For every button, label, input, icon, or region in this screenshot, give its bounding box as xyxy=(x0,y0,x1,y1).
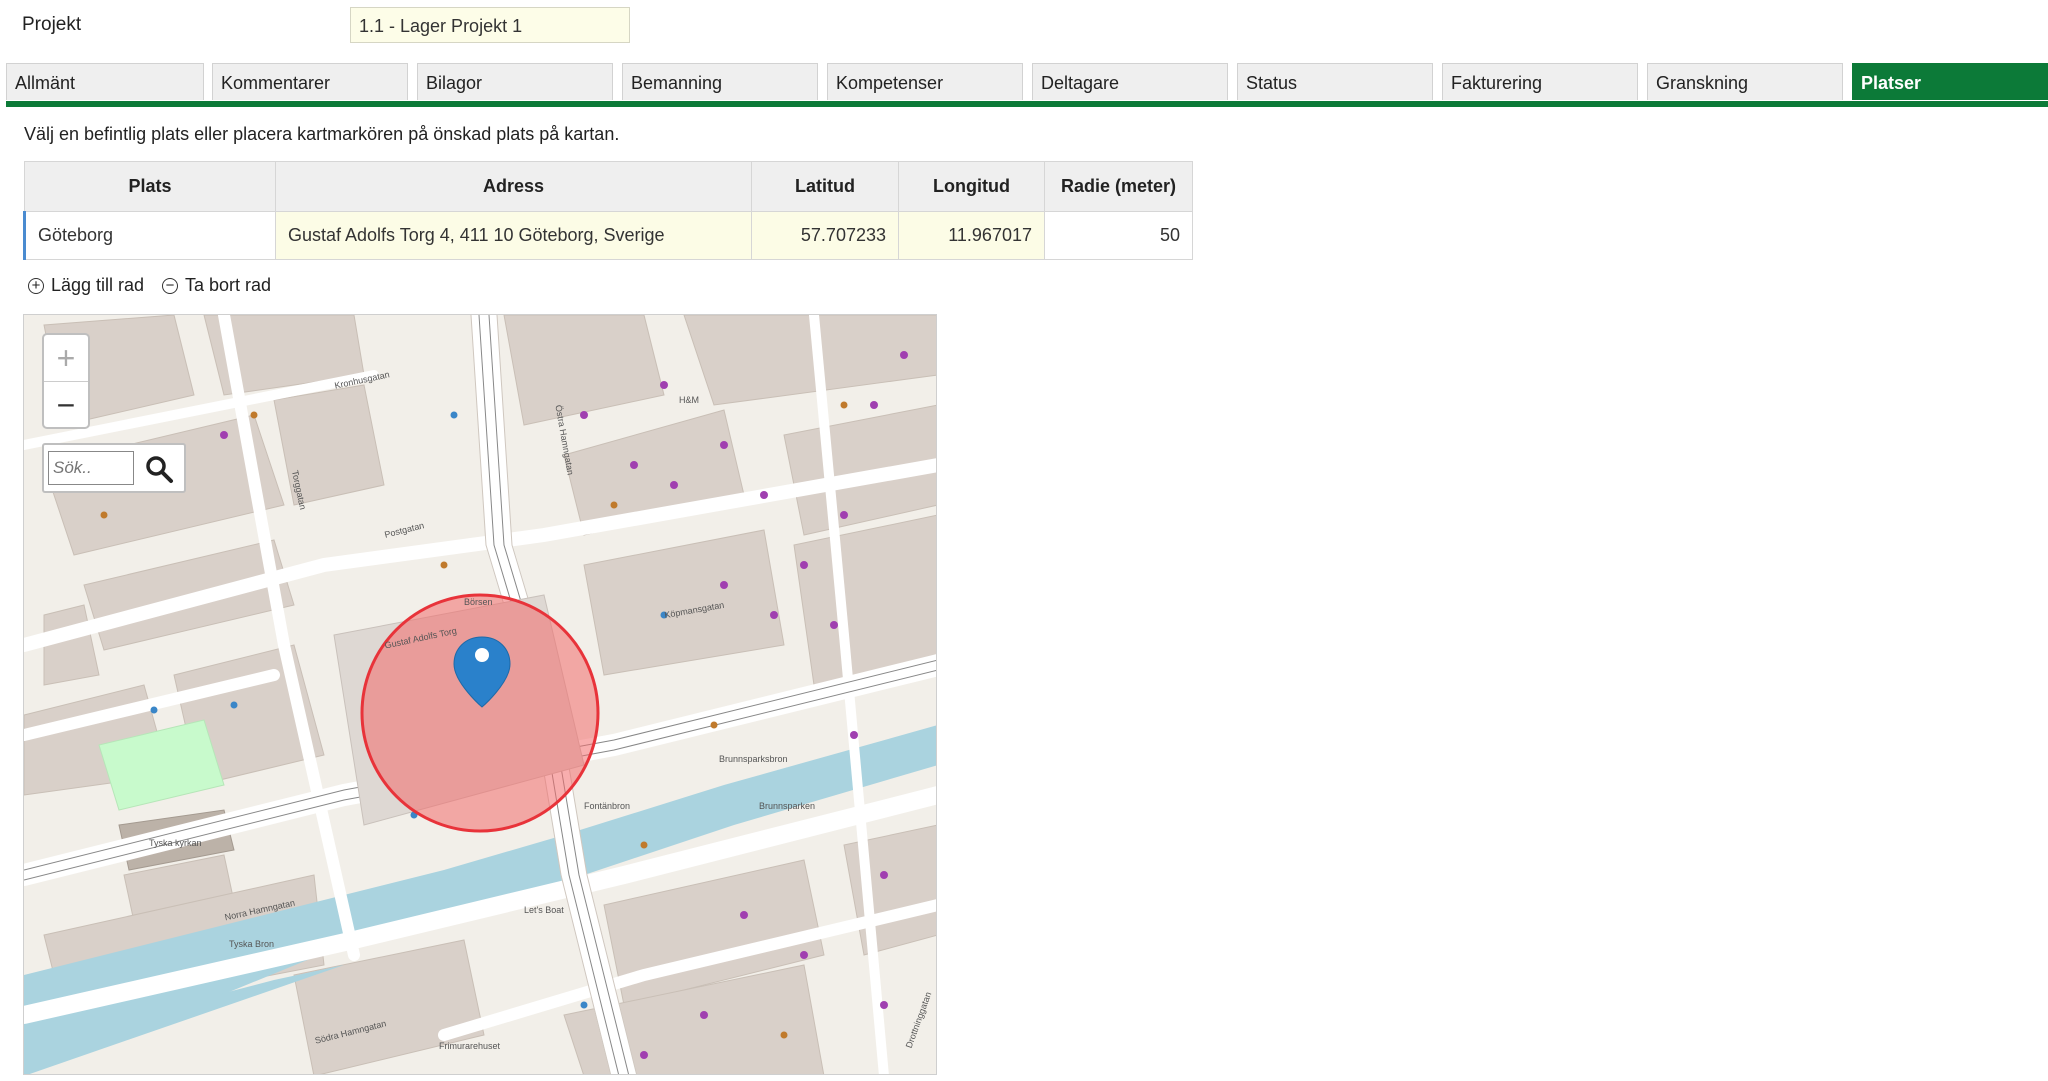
locations-table: Plats Adress Latitud Longitud Radie (met… xyxy=(23,161,1193,260)
tab-granskning[interactable]: Granskning xyxy=(1647,63,1843,100)
map-search xyxy=(42,443,186,493)
table-row[interactable]: Göteborg Gustaf Adolfs Torg 4, 411 10 Gö… xyxy=(23,211,1193,260)
remove-row-button[interactable]: − Ta bort rad xyxy=(162,275,271,296)
map-label-brunnsparken: Brunnsparken xyxy=(759,801,816,811)
minus-circle-icon: − xyxy=(162,277,178,294)
tab-deltagare[interactable]: Deltagare xyxy=(1032,63,1228,100)
zoom-out-button[interactable]: − xyxy=(44,382,88,428)
map-label-tyska-bron: Tyska Bron xyxy=(229,939,275,949)
col-header-latitud: Latitud xyxy=(751,161,899,212)
tab-fakturering[interactable]: Fakturering xyxy=(1442,63,1638,100)
tab-allmant[interactable]: Allmänt xyxy=(6,63,204,100)
plus-circle-icon: + xyxy=(28,277,44,294)
project-field[interactable]: 1.1 - Lager Projekt 1 xyxy=(350,7,630,43)
tab-bilagor[interactable]: Bilagor xyxy=(417,63,613,100)
cell-latitud[interactable]: 57.707233 xyxy=(751,211,899,260)
map-label-frimurarehuset: Frimurarehuset xyxy=(439,1041,501,1051)
map-label-borsen: Börsen xyxy=(464,597,493,607)
tab-platser[interactable]: Platser xyxy=(1852,63,2048,100)
map-tiles[interactable]: ✝ xyxy=(24,315,937,1075)
map-label-hm: H&M xyxy=(679,395,699,405)
map-label-brunnsparksbron: Brunnsparksbron xyxy=(719,754,788,764)
tab-bar: Allmänt Kommentarer Bilagor Bemanning Ko… xyxy=(0,63,2048,101)
col-header-plats: Plats xyxy=(24,161,276,212)
tab-underline xyxy=(6,101,2048,107)
map-label-tyska-kyrkan: Tyska kyrkan xyxy=(149,838,202,848)
zoom-control: + − xyxy=(42,333,90,429)
map-label-fontanbron: Fontänbron xyxy=(584,801,631,811)
col-header-radie: Radie (meter) xyxy=(1044,161,1193,212)
search-icon[interactable] xyxy=(144,454,174,484)
tab-kommentarer[interactable]: Kommentarer xyxy=(212,63,408,100)
map-label-lets-boat: Let's Boat xyxy=(524,905,564,915)
radius-circle xyxy=(360,593,600,833)
zoom-in-button[interactable]: + xyxy=(44,335,88,382)
tab-kompetenser[interactable]: Kompetenser xyxy=(827,63,1023,100)
add-row-label: Lägg till rad xyxy=(51,275,145,295)
col-header-adress: Adress xyxy=(275,161,752,212)
cell-radie[interactable]: 50 xyxy=(1044,211,1193,260)
add-row-button[interactable]: + Lägg till rad xyxy=(28,275,144,296)
project-label: Projekt xyxy=(22,14,82,35)
map[interactable]: ✝ Gustaf Adolfs Torg Postgatan Köpmansga… xyxy=(23,314,937,1075)
map-search-input[interactable] xyxy=(48,451,134,485)
tab-bemanning[interactable]: Bemanning xyxy=(622,63,818,100)
cell-plats[interactable]: Göteborg xyxy=(23,211,276,260)
cell-adress[interactable]: Gustaf Adolfs Torg 4, 411 10 Göteborg, S… xyxy=(275,211,752,260)
tab-status[interactable]: Status xyxy=(1237,63,1433,100)
cell-longitud[interactable]: 11.967017 xyxy=(898,211,1045,260)
remove-row-label: Ta bort rad xyxy=(185,275,272,295)
col-header-longitud: Longitud xyxy=(898,161,1045,212)
instruction-text: Välj en befintlig plats eller placera ka… xyxy=(24,124,620,144)
